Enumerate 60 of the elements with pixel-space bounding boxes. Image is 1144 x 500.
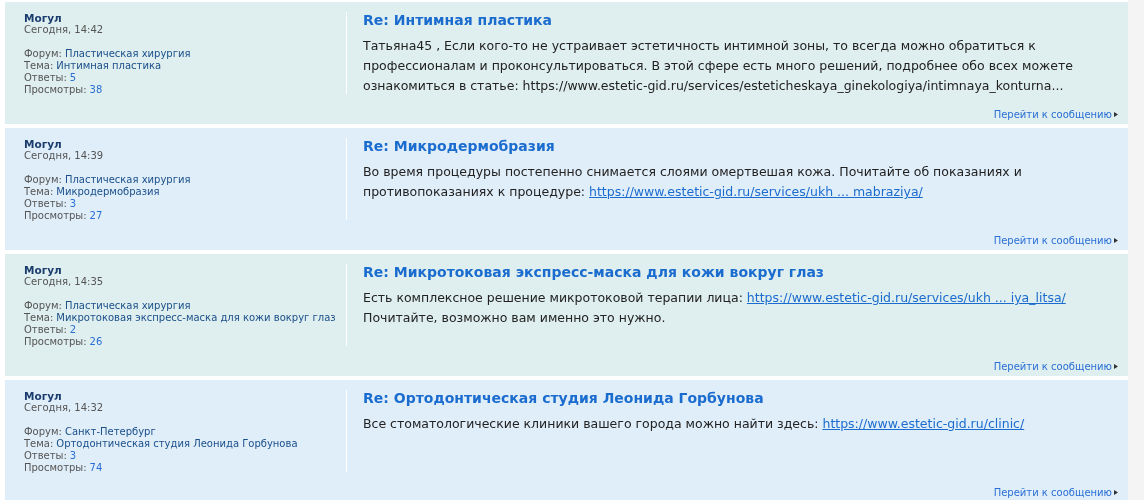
post-time: Сегодня, 14:42	[24, 24, 105, 36]
chevron-right-icon	[1114, 112, 1118, 117]
post-title[interactable]: Re: Микродермобразия	[363, 138, 1103, 154]
replies-label: Ответы:	[24, 198, 67, 210]
goto-message-link[interactable]: Перейти к сообщению	[993, 487, 1112, 498]
post-text: Во время процедуры постепенно снимается слоями омертвешая кожа. Почитайте об показаниях и противопоказаниях к процедуре: https://www.estetic-gid.ru/services/ukh ... mabraziya/	[363, 163, 1023, 201]
author-name: Могул	[24, 264, 62, 276]
chevron-right-icon	[1114, 364, 1118, 369]
post-time: Сегодня, 14:32	[24, 402, 105, 414]
replies-label: Ответы:	[24, 72, 67, 84]
author-name: Могул	[24, 138, 62, 150]
forum-label: Форум:	[24, 48, 62, 60]
views-label: Просмотры:	[24, 462, 87, 474]
topic-label: Тема:	[24, 438, 54, 450]
views-count[interactable]: 74	[89, 462, 103, 474]
post-link[interactable]: https://www.estetic-gid.ru/services/ukh ... iya_litsa/	[746, 290, 1066, 305]
views-label: Просмотры:	[24, 84, 87, 96]
post-link[interactable]: https://www.estetic-gid.ru/clinic/	[822, 416, 1025, 431]
views-count[interactable]: 38	[89, 84, 103, 96]
replies-label: Ответы:	[24, 450, 67, 462]
goto-message-link[interactable]: Перейти к сообщению	[993, 109, 1112, 120]
replies-count[interactable]: 3	[69, 198, 77, 210]
forum-link[interactable]: Пластическая хирургия	[64, 174, 191, 186]
author-name: Могул	[24, 390, 62, 402]
topic-link[interactable]: Интимная пластика	[56, 60, 162, 72]
chevron-right-icon	[1114, 238, 1118, 243]
chevron-right-icon	[1114, 490, 1118, 495]
post-title[interactable]: Re: Микротоковая экспресс-маска для кожи вокруг глаз	[363, 264, 1103, 280]
goto-message-link[interactable]: Перейти к сообщению	[993, 361, 1112, 372]
topic-label: Тема:	[24, 60, 54, 72]
topic-link[interactable]: Микротоковая экспресс-маска для кожи вокруг глаз	[56, 312, 336, 324]
topic-label: Тема:	[24, 312, 54, 324]
forum-label: Форум:	[24, 426, 62, 438]
views-label: Просмотры:	[24, 336, 87, 348]
forum-label: Форум:	[24, 174, 62, 186]
post-text: Почитайте, возможно вам именно это нужно.	[363, 309, 667, 327]
post-title[interactable]: Re: Ортодонтическая студия Леонида Горбунова	[363, 390, 1103, 406]
replies-label: Ответы:	[24, 324, 67, 336]
replies-count[interactable]: 2	[69, 324, 77, 336]
post-time: Сегодня, 14:39	[24, 150, 105, 162]
replies-count[interactable]: 3	[69, 450, 77, 462]
goto-message-link[interactable]: Перейти к сообщению	[993, 235, 1112, 246]
replies-count[interactable]: 5	[69, 72, 77, 84]
topic-link[interactable]: Микродермобразия	[56, 186, 160, 198]
post-text: Все стоматологические клиники вашего города можно найти здесь: https://www.estetic-gid.ru/clinic/	[363, 415, 1026, 433]
topic-label: Тема:	[24, 186, 54, 198]
views-label: Просмотры:	[24, 210, 87, 222]
forum-label: Форум:	[24, 300, 62, 312]
views-count[interactable]: 26	[89, 336, 103, 348]
post-text: Татьяна45 , Если кого-то не устраивает эстетичность интимной зоны, то всегда можно обратиться к профессионалам и проконсультироваться. В этой сфере есть много решений, подробнее обо всех можете ознакомиться в статье: https://www.estetic-gid.ru/services/esteticheskaya_ginekologiya/intimnaya_konturna...	[363, 37, 1074, 95]
post-link[interactable]: https://www.estetic-gid.ru/services/ukh ... mabraziya/	[589, 184, 923, 199]
post-text: Есть комплексное решение микротоковой терапии лица: https://www.estetic-gid.ru/services/ukh ... iya_litsa/	[363, 289, 1067, 307]
post-title[interactable]: Re: Интимная пластика	[363, 12, 1103, 28]
topic-link[interactable]: Ортодонтическая студия Леонида Горбунова	[56, 438, 298, 450]
forum-link[interactable]: Пластическая хирургия	[64, 48, 191, 60]
post-time: Сегодня, 14:35	[24, 276, 105, 288]
forum-link[interactable]: Пластическая хирургия	[64, 300, 191, 312]
forum-link[interactable]: Санкт-Петербург	[64, 426, 156, 438]
author-name: Могул	[24, 12, 62, 24]
views-count[interactable]: 27	[89, 210, 103, 222]
